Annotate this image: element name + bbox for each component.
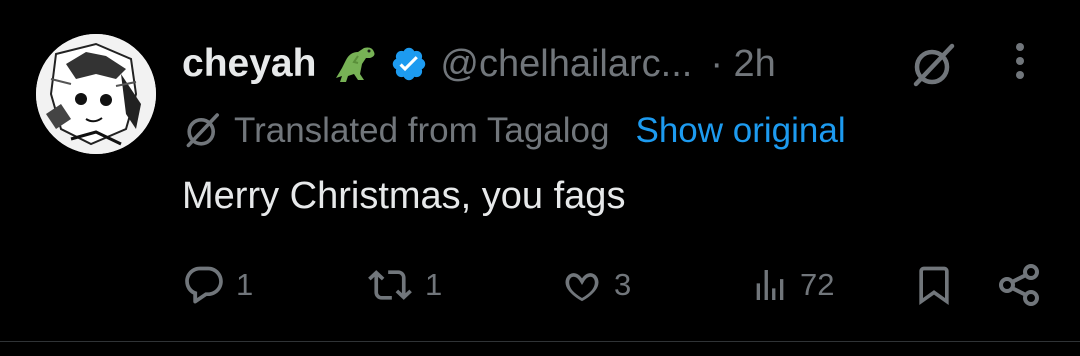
show-original-link[interactable]: Show original [635,111,845,151]
display-name[interactable]: cheyah [182,42,316,86]
views-chart-icon [756,270,784,300]
repost-count: 1 [425,267,443,302]
more-options-button[interactable] [1004,40,1036,82]
translate-icon [186,113,219,148]
view-count: 72 [800,267,835,302]
reply-button[interactable]: 1 [182,262,253,308]
share-button[interactable] [996,262,1042,308]
tweet-header: cheyah @chelhailarc... · 2h [182,38,776,90]
repost-button[interactable]: 1 [365,262,442,308]
divider [0,341,1080,342]
dinosaur-emoji-icon [330,44,380,84]
like-button[interactable]: 3 [560,262,631,308]
repost-icon [368,270,412,300]
timestamp[interactable]: · 2h [710,43,775,86]
avatar-image [36,34,156,154]
avatar[interactable] [36,34,156,154]
views-button[interactable]: 72 [750,262,834,308]
user-handle[interactable]: @chelhailarc... [440,43,692,86]
share-icon [999,264,1039,306]
reply-icon [185,266,223,304]
grok-icon [913,43,955,87]
translation-label: Translated from Tagalog [234,111,610,150]
verified-badge-icon[interactable] [390,45,428,83]
tweet-text: Merry Christmas, you fags [182,175,626,217]
translation-notice: Translated from Tagalog Show original [182,106,846,156]
more-vertical-icon [1016,43,1024,79]
bookmark-icon [919,266,949,306]
bookmark-button[interactable] [912,262,956,308]
grok-button[interactable] [908,42,958,90]
like-count: 3 [614,267,632,302]
heart-icon [565,273,599,302]
reply-count: 1 [236,267,254,302]
